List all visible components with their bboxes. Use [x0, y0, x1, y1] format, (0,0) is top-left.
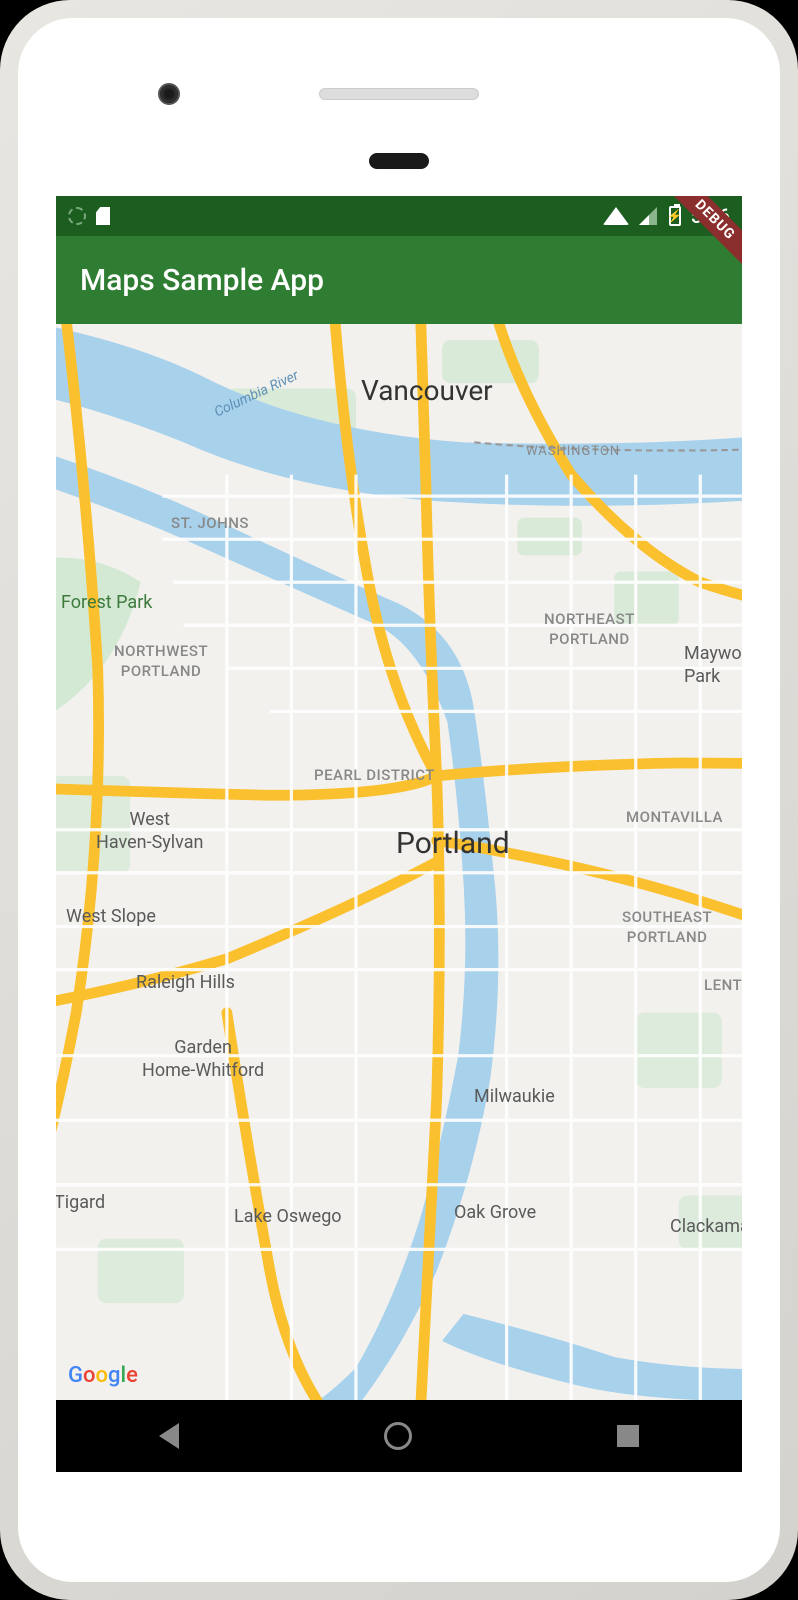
- wifi-icon: [602, 207, 628, 225]
- map-label-pearl-district: PEARL DISTRICT: [314, 766, 435, 784]
- map-label-raleigh-hills: Raleigh Hills: [136, 972, 235, 993]
- map-label-maywood-park: MaywoPark: [684, 642, 742, 689]
- screen: ⚡ 5:46 Maps Sample App DEBUG: [56, 196, 742, 1472]
- battery-icon: ⚡: [669, 206, 681, 226]
- phone-frame: ⚡ 5:46 Maps Sample App DEBUG: [0, 0, 798, 1600]
- status-bar: ⚡ 5:46: [56, 196, 742, 236]
- map-label-forest-park: Forest Park: [61, 592, 152, 613]
- sd-card-icon: [96, 207, 110, 225]
- map-label-st-johns: ST. JOHNS: [171, 514, 249, 532]
- map-label-west-slope: West Slope: [66, 906, 156, 927]
- recent-apps-button[interactable]: [617, 1425, 639, 1447]
- map-label-tigard: Tigard: [56, 1192, 105, 1213]
- map-label-washington: WASHINGTON: [526, 444, 620, 459]
- earpiece: [369, 153, 429, 169]
- loading-icon: [68, 207, 86, 225]
- map-label-vancouver: Vancouver: [361, 374, 493, 407]
- map-label-montavilla: MONTAVILLA: [626, 808, 723, 826]
- map-label-garden-home-whitford: GardenHome-Whitford: [142, 1036, 264, 1083]
- system-nav-bar: [56, 1400, 742, 1472]
- cell-signal-icon: [639, 207, 657, 225]
- phone-bezel: ⚡ 5:46 Maps Sample App DEBUG: [18, 18, 780, 1582]
- map-label-southeast-portland: SOUTHEASTPORTLAND: [622, 908, 712, 947]
- map-view[interactable]: Vancouver Columbia River WASHINGTON ST. …: [56, 324, 742, 1400]
- speaker-grille: [319, 88, 479, 100]
- front-camera: [158, 83, 180, 105]
- map-label-portland: Portland: [396, 826, 510, 861]
- map-label-northeast-portland: NORTHEASTPORTLAND: [544, 610, 635, 649]
- app-title: Maps Sample App: [80, 263, 324, 298]
- map-label-milwaukie: Milwaukie: [474, 1086, 555, 1107]
- home-button[interactable]: [384, 1422, 412, 1450]
- map-label-west-haven-sylvan: WestHaven-Sylvan: [96, 808, 203, 855]
- map-label-lents: LENTS: [704, 976, 742, 994]
- map-label-lake-oswego: Lake Oswego: [234, 1206, 342, 1227]
- back-button[interactable]: [159, 1423, 179, 1449]
- map-label-northwest-portland: NORTHWESTPORTLAND: [114, 642, 208, 681]
- map-label-oak-grove: Oak Grove: [454, 1202, 536, 1223]
- map-label-clackamas: Clackamas: [670, 1216, 742, 1237]
- app-bar: Maps Sample App DEBUG: [56, 236, 742, 324]
- google-attribution: Google: [68, 1363, 138, 1388]
- map-canvas[interactable]: [56, 324, 742, 1400]
